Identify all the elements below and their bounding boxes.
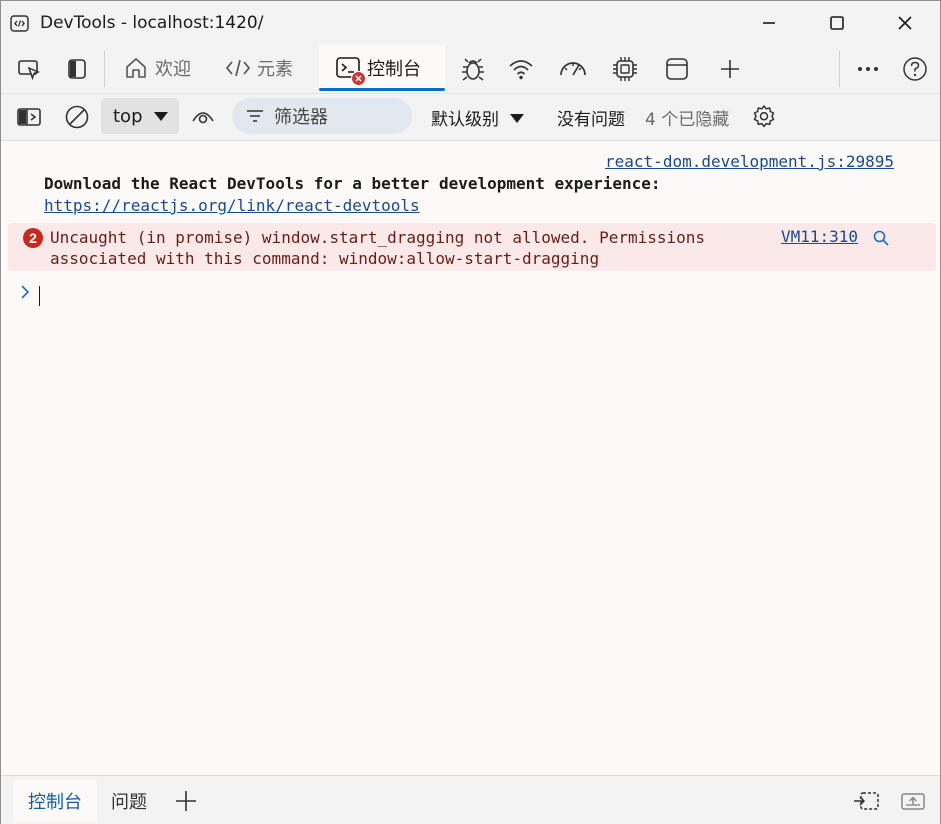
wifi-icon	[509, 60, 533, 80]
filter-icon	[246, 109, 264, 123]
close-button[interactable]	[871, 1, 939, 45]
home-icon	[121, 53, 151, 83]
sidebar-toggle-icon	[68, 59, 86, 79]
clear-console-button[interactable]	[61, 101, 93, 133]
error-source-link[interactable]: VM11:310	[781, 227, 858, 246]
error-count-badge: 2	[23, 228, 43, 248]
caret-down-icon	[510, 113, 524, 123]
devtools-app-icon	[9, 13, 31, 35]
console-toolbar: top 筛选器 默认级别 没有问题 4 个已隐藏	[1, 94, 940, 141]
log-message: Download the React DevTools for a better…	[44, 174, 661, 193]
inspect-icon	[18, 60, 40, 81]
more-tools-button[interactable]	[714, 53, 746, 85]
log-levels-dropdown[interactable]: 默认级别	[431, 105, 525, 130]
device-emulation-button[interactable]	[61, 53, 93, 85]
console-input-caret[interactable]	[39, 286, 40, 306]
context-selector[interactable]: top	[101, 98, 179, 134]
drawer-tab-issues[interactable]: 问题	[111, 780, 147, 822]
dock-icon	[854, 792, 879, 810]
tab-application[interactable]	[661, 53, 693, 85]
tab-label: 欢迎	[155, 59, 191, 80]
error-indicator-icon	[351, 71, 366, 86]
tab-elements[interactable]: 元素	[223, 45, 293, 91]
log-levels-label: 默认级别	[431, 110, 499, 130]
panel-tab-bar: 欢迎 元素 控制台	[1, 45, 940, 94]
show-sidebar-button[interactable]	[13, 101, 45, 133]
plus-icon	[176, 791, 196, 811]
help-button[interactable]	[899, 53, 931, 85]
tab-label: 控制台	[367, 59, 421, 80]
issues-counter[interactable]: 没有问题	[557, 105, 625, 130]
gauge-icon	[560, 62, 586, 76]
tab-memory[interactable]	[609, 53, 641, 85]
expand-drawer-button[interactable]	[900, 790, 926, 812]
help-icon	[903, 57, 927, 81]
bug-icon	[462, 58, 484, 81]
search-icon[interactable]	[872, 229, 890, 247]
window-title: DevTools - localhost:1420/	[40, 13, 264, 33]
inspect-element-button[interactable]	[13, 53, 45, 85]
code-icon	[223, 53, 253, 83]
drawer-tab-label: 控制台	[28, 792, 82, 813]
drawer-tab-bar: 控制台 问题	[1, 775, 940, 824]
console-icon	[333, 53, 366, 86]
eye-icon	[192, 112, 214, 124]
clear-icon	[65, 105, 89, 129]
more-icon	[858, 67, 878, 71]
active-tab-indicator	[319, 88, 445, 91]
filter-input[interactable]: 筛选器	[232, 98, 412, 134]
plus-icon	[721, 60, 739, 78]
console-settings-button[interactable]	[748, 101, 780, 133]
divider	[104, 51, 105, 87]
devtools-window: DevTools - localhost:1420/ 欢迎 元素 控制台 top…	[0, 0, 941, 824]
error-message-text: Uncaught (in promise) window.start_dragg…	[50, 228, 706, 268]
hidden-messages-count: 4 个已隐藏	[645, 110, 730, 130]
expand-icon	[901, 793, 925, 810]
caret-down-icon	[153, 112, 168, 121]
error-message-row: 2 Uncaught (in promise) window.start_dra…	[8, 223, 936, 271]
title-bar: DevTools - localhost:1420/	[1, 1, 940, 45]
tab-label: 元素	[257, 59, 293, 80]
sidebar-icon	[17, 108, 41, 126]
context-label: top	[113, 105, 143, 127]
tab-sources[interactable]	[457, 53, 489, 85]
source-link[interactable]: react-dom.development.js:29895	[605, 152, 894, 171]
chip-icon	[613, 57, 637, 81]
message-link[interactable]: https://reactjs.org/link/react-devtools	[44, 196, 420, 215]
live-expression-button[interactable]	[187, 101, 219, 133]
tab-welcome[interactable]: 欢迎	[121, 45, 191, 91]
drawer-add-tool-button[interactable]	[173, 788, 199, 814]
drawer-tab-console[interactable]: 控制台	[13, 780, 97, 822]
divider	[839, 51, 840, 87]
maximize-button[interactable]	[803, 1, 871, 45]
drawer-tab-label: 问题	[111, 792, 147, 813]
tab-console[interactable]: 控制台	[319, 45, 445, 91]
gear-icon	[753, 105, 775, 128]
application-icon	[666, 58, 688, 80]
tab-network[interactable]	[505, 53, 537, 85]
customize-menu-button[interactable]	[852, 53, 884, 85]
console-output: react-dom.development.js:29895 Download …	[1, 141, 940, 775]
console-prompt-icon	[19, 284, 31, 300]
filter-placeholder: 筛选器	[274, 107, 328, 128]
minimize-button[interactable]	[735, 1, 803, 45]
tab-performance[interactable]	[557, 53, 589, 85]
dock-drawer-button[interactable]	[852, 790, 880, 812]
